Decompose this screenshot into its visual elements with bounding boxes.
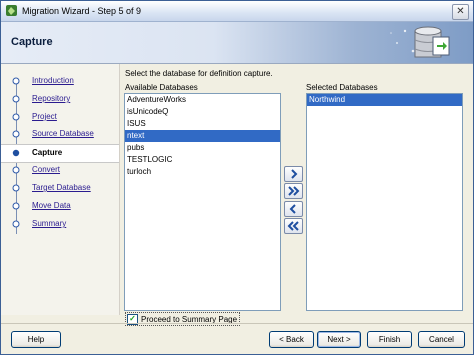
available-databases-list[interactable]: AdventureWorks isUnicodeQ ISUS ntext pub…	[124, 93, 281, 311]
next-button-label: Next >	[327, 335, 351, 344]
back-button-label: < Back	[279, 335, 304, 344]
page-title: Capture	[11, 36, 53, 48]
app-icon	[6, 5, 17, 16]
help-button-label: Help	[27, 335, 45, 344]
next-button[interactable]: Next >	[317, 331, 361, 348]
step-node-icon	[12, 220, 20, 228]
step-move-data[interactable]: Move Data	[1, 198, 119, 215]
move-selected-right-button[interactable]	[284, 166, 303, 182]
back-button[interactable]: < Back	[269, 331, 314, 348]
steps-sidebar: Introduction Repository Project Source D…	[1, 64, 120, 315]
step-node-icon	[12, 77, 20, 85]
list-item[interactable]: ISUS	[125, 118, 280, 130]
help-button[interactable]: Help	[11, 331, 61, 348]
cancel-button[interactable]: Cancel	[418, 331, 465, 348]
step-node-icon	[12, 95, 20, 103]
finish-button[interactable]: Finish	[367, 331, 412, 348]
step-capture[interactable]: Capture	[1, 144, 119, 163]
list-item[interactable]: AdventureWorks	[125, 94, 280, 106]
step-node-icon	[12, 202, 20, 210]
step-introduction[interactable]: Introduction	[1, 73, 119, 90]
selected-databases-list[interactable]: Northwind	[306, 93, 463, 311]
list-item[interactable]: TESTLOGIC	[125, 154, 280, 166]
finish-button-label: Finish	[378, 335, 401, 344]
current-step-icon	[12, 149, 20, 157]
migration-wizard-window: Migration Wizard - Step 5 of 9 ✕ Capture…	[0, 0, 474, 355]
step-label: Capture	[32, 148, 63, 157]
step-project[interactable]: Project	[1, 109, 119, 126]
step-node-icon	[12, 166, 20, 174]
step-label: Source Database	[32, 129, 94, 138]
step-convert[interactable]: Convert	[1, 162, 119, 179]
move-all-left-button[interactable]	[284, 218, 303, 234]
list-item[interactable]: turloch	[125, 166, 280, 178]
step-label: Convert	[32, 165, 61, 174]
window-title: Migration Wizard - Step 5 of 9	[22, 6, 142, 16]
instruction-text: Select the database for definition captu…	[125, 69, 273, 78]
cancel-button-label: Cancel	[429, 335, 454, 344]
title-bar[interactable]: Migration Wizard - Step 5 of 9 ✕	[1, 1, 473, 22]
step-repository[interactable]: Repository	[1, 91, 119, 108]
step-node-icon	[12, 130, 20, 138]
page-header: Capture	[1, 22, 473, 64]
list-item-selected[interactable]: ntext	[125, 130, 280, 142]
step-label: Project	[32, 112, 57, 121]
list-item-selected[interactable]: Northwind	[307, 94, 462, 106]
double-chevron-left-icon	[287, 221, 299, 231]
database-capture-icon	[390, 26, 450, 58]
chevron-left-icon	[289, 204, 296, 214]
step-summary[interactable]: Summary	[1, 216, 119, 233]
step-label: Target Database	[32, 183, 91, 192]
list-item[interactable]: pubs	[125, 142, 280, 154]
chevron-right-icon	[291, 169, 298, 179]
move-all-right-button[interactable]	[284, 183, 303, 199]
step-label: Repository	[32, 94, 71, 103]
move-selected-left-button[interactable]	[284, 201, 303, 217]
step-node-icon	[12, 113, 20, 121]
step-target-database[interactable]: Target Database	[1, 180, 119, 197]
footer-divider	[1, 323, 473, 324]
double-chevron-right-icon	[288, 186, 300, 196]
step-label: Move Data	[32, 201, 71, 210]
step-node-icon	[12, 184, 20, 192]
step-label: Summary	[32, 219, 67, 228]
list-item[interactable]: isUnicodeQ	[125, 106, 280, 118]
available-databases-label: Available Databases	[125, 83, 198, 92]
step-label: Introduction	[32, 76, 74, 85]
selected-databases-label: Selected Databases	[306, 83, 378, 92]
close-button[interactable]: ✕	[452, 4, 469, 20]
step-source-database[interactable]: Source Database	[1, 126, 119, 143]
